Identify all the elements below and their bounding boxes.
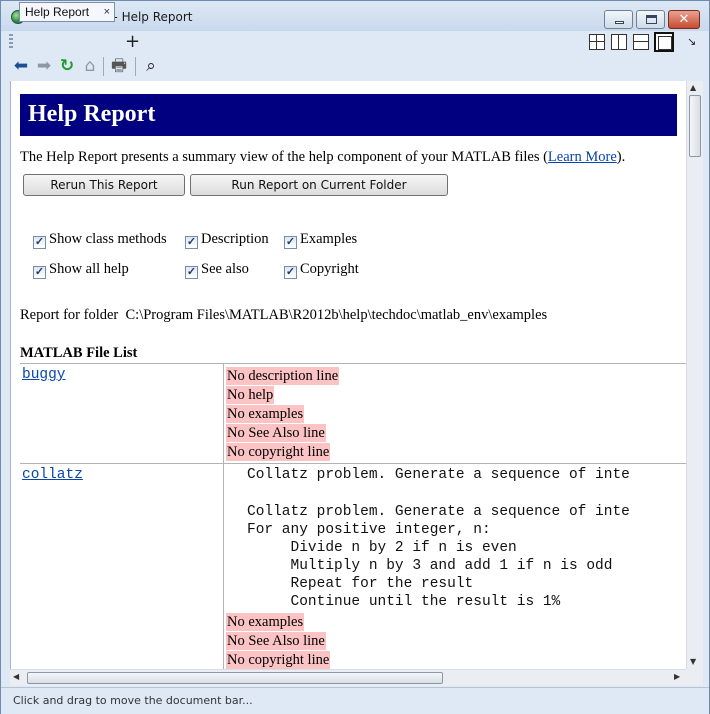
help-warning: No description line bbox=[226, 367, 340, 385]
status-bar: Click and drag to move the document bar.… bbox=[1, 687, 709, 714]
table-column-divider bbox=[223, 363, 224, 669]
maximize-icon bbox=[646, 15, 657, 24]
checkbox-copyright[interactable]: ✓ bbox=[284, 266, 297, 279]
help-warning: No help bbox=[226, 386, 275, 404]
back-arrow-icon[interactable]: ⬅ bbox=[12, 57, 30, 75]
option-label: Examples bbox=[300, 231, 358, 247]
folder-label: Report for folder bbox=[20, 307, 119, 323]
checkbox-see-also[interactable]: ✓ bbox=[185, 266, 198, 279]
undock-icon[interactable]: ↘ bbox=[687, 35, 696, 48]
scroll-right-icon[interactable]: ▶ bbox=[674, 672, 680, 681]
option-see-also[interactable]: ✓ See also bbox=[185, 261, 249, 279]
intro-sentence: The Help Report presents a summary view … bbox=[20, 149, 548, 165]
folder-path: C:\Program Files\MATLAB\R2012b\help\tech… bbox=[125, 307, 548, 323]
help-warning: No copyright line bbox=[226, 651, 331, 669]
report-banner: Help Report bbox=[20, 94, 677, 136]
option-description[interactable]: ✓ Description bbox=[185, 231, 269, 249]
learn-more-link[interactable]: Learn More bbox=[548, 149, 617, 165]
document-bar-grip[interactable] bbox=[9, 34, 13, 50]
option-copyright[interactable]: ✓ Copyright bbox=[284, 261, 359, 279]
vertical-scroll-thumb[interactable] bbox=[689, 95, 701, 157]
top-bottom-layout-icon[interactable] bbox=[633, 34, 649, 50]
status-text: Click and drag to move the document bar.… bbox=[13, 694, 253, 707]
intro-end: ). bbox=[616, 149, 626, 165]
option-label: See also bbox=[201, 261, 249, 277]
browser-window: Web Browser - Help Report ✕ Help Report … bbox=[0, 0, 710, 714]
print-icon[interactable]: 🖶 bbox=[110, 57, 128, 75]
option-label: Show all help bbox=[49, 261, 129, 277]
report-content[interactable]: Help Report The Help Report presents a s… bbox=[10, 81, 686, 669]
help-text-line: For any positive integer, n: bbox=[247, 522, 491, 538]
tab-label: Help Report bbox=[25, 5, 90, 19]
checkbox-examples[interactable]: ✓ bbox=[284, 236, 297, 249]
help-warning: No See Also line bbox=[226, 424, 326, 442]
home-icon[interactable]: ⌂ bbox=[81, 57, 99, 75]
horizontal-scroll-thumb[interactable] bbox=[27, 672, 443, 684]
table-divider bbox=[20, 463, 686, 464]
table-divider bbox=[20, 363, 686, 364]
close-icon: ✕ bbox=[678, 12, 690, 27]
toolbar bbox=[1, 54, 709, 80]
minimize-button[interactable] bbox=[604, 10, 633, 29]
scroll-up-icon[interactable]: ▲ bbox=[690, 83, 696, 92]
file-link-collatz[interactable]: collatz bbox=[22, 467, 83, 483]
toolbar-separator bbox=[103, 57, 104, 76]
file-link-buggy[interactable]: buggy bbox=[22, 367, 66, 383]
tile-layout-icon[interactable] bbox=[589, 34, 605, 50]
help-warning: No See Also line bbox=[226, 632, 326, 650]
binoculars-icon[interactable]: ⌕ bbox=[142, 57, 160, 75]
report-folder: Report for folder C:\Program Files\MATLA… bbox=[20, 307, 547, 324]
forward-arrow-icon[interactable]: ➡ bbox=[35, 57, 53, 75]
page-title: Help Report bbox=[28, 101, 156, 127]
tab-help-report[interactable]: Help Report × bbox=[19, 2, 115, 22]
help-warning: No examples bbox=[226, 613, 305, 631]
tab-close-icon[interactable]: × bbox=[104, 3, 110, 21]
checkbox-description[interactable]: ✓ bbox=[185, 236, 198, 249]
run-current-folder-button[interactable]: Run Report on Current Folder bbox=[190, 174, 448, 196]
minimize-icon bbox=[615, 21, 624, 24]
option-examples[interactable]: ✓ Examples bbox=[284, 231, 357, 249]
help-warning: No examples bbox=[226, 405, 305, 423]
option-label: Copyright bbox=[300, 261, 359, 277]
help-text-line: Repeat for the result bbox=[247, 576, 474, 592]
intro-text: The Help Report presents a summary view … bbox=[20, 149, 625, 166]
help-text-line: Continue until the result is 1% bbox=[247, 594, 561, 610]
horizontal-scrollbar[interactable]: ◀ ▶ bbox=[10, 669, 686, 686]
vertical-scrollbar[interactable]: ▲ ▼ bbox=[686, 81, 703, 669]
file-list-title: MATLAB File List bbox=[20, 345, 138, 361]
left-right-layout-icon[interactable] bbox=[611, 34, 627, 50]
help-text-line: Collatz problem. Generate a sequence of … bbox=[247, 504, 630, 520]
refresh-icon[interactable]: ↻ bbox=[58, 57, 76, 75]
scrollbar-corner bbox=[686, 669, 703, 686]
help-warning: No copyright line bbox=[226, 443, 331, 461]
rerun-report-button[interactable]: Rerun This Report bbox=[23, 174, 185, 196]
help-text-line: Multiply n by 3 and add 1 if n is odd bbox=[247, 558, 613, 574]
help-text-line: Divide n by 2 if n is even bbox=[247, 540, 517, 556]
toolbar-separator bbox=[135, 57, 136, 76]
close-window-button[interactable]: ✕ bbox=[668, 10, 700, 29]
maximize-button[interactable] bbox=[636, 10, 665, 29]
option-show-class-methods[interactable]: ✓ Show class methods bbox=[33, 231, 167, 249]
option-label: Description bbox=[201, 231, 269, 247]
option-label: Show class methods bbox=[49, 231, 167, 247]
checkbox-show-all-help[interactable]: ✓ bbox=[33, 266, 46, 279]
checkbox-show-class-methods[interactable]: ✓ bbox=[33, 236, 46, 249]
scroll-down-icon[interactable]: ▼ bbox=[690, 657, 696, 666]
maximize-layout-icon[interactable] bbox=[654, 32, 674, 52]
description-line: Collatz problem. Generate a sequence of … bbox=[247, 467, 630, 483]
option-show-all-help[interactable]: ✓ Show all help bbox=[33, 261, 129, 279]
scroll-left-icon[interactable]: ◀ bbox=[13, 672, 19, 681]
add-tab-button[interactable]: + bbox=[125, 31, 140, 52]
